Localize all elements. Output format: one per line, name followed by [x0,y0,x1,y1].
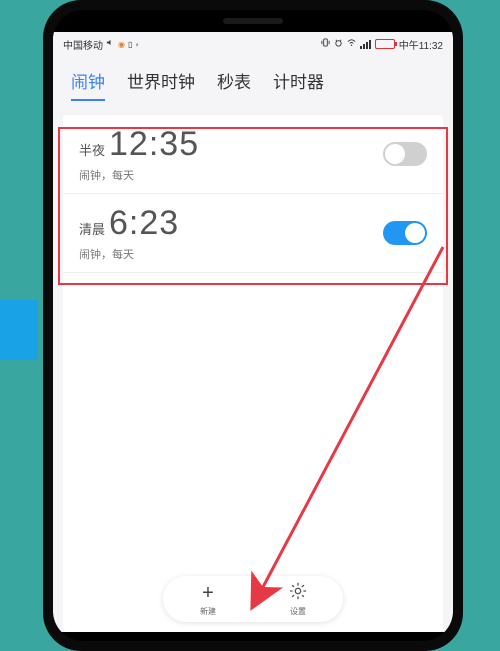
bottom-action-bar: + 新建 设置 [163,576,343,622]
vibrate-icon [321,38,330,50]
battery-icon [375,39,395,49]
signal-icon [360,40,371,49]
wifi-icon [347,38,356,50]
status-bar: 中国移动 ◉ ▯ ◐ [53,32,453,56]
alarm-sub: 闹钟，每天 [79,246,383,262]
new-label: 新建 [200,606,216,617]
speaker-grille [223,18,283,24]
alarm-period: 半夜 [79,140,105,159]
alarm-period: 清晨 [79,219,105,238]
phone-notch [53,10,453,32]
app-badge-icon-3: ◐ [135,40,140,49]
tab-timer[interactable]: 计时器 [273,68,324,101]
alarm-sub: 闹钟，每天 [79,167,383,183]
phone-frame: 中国移动 ◉ ▯ ◐ [43,0,463,651]
tab-world-clock[interactable]: 世界时钟 [127,68,195,101]
app-badge-icon-2: ▯ [128,40,132,49]
toggle-knob [405,223,425,243]
time-label: 中午11:32 [399,37,443,52]
gear-icon [289,582,307,605]
alarm-icon [334,38,343,50]
alarm-row[interactable]: 半夜 12:35 闹钟，每天 [63,115,443,194]
alarm-list: 半夜 12:35 闹钟，每天 清晨 6:23 [63,115,443,632]
tab-alarm[interactable]: 闹钟 [71,68,105,101]
settings-label: 设置 [290,606,306,617]
sound-wave-icon [106,38,115,50]
new-button[interactable]: + 新建 [163,576,253,622]
alarm-toggle[interactable] [383,142,427,166]
carrier-label: 中国移动 [63,37,103,52]
settings-button[interactable]: 设置 [253,576,343,622]
alarm-toggle[interactable] [383,221,427,245]
tab-bar: 闹钟 世界时钟 秒表 计时器 [53,56,453,109]
tab-stopwatch[interactable]: 秒表 [217,68,251,101]
alarm-time: 6:23 [109,204,179,243]
plus-icon: + [202,582,214,605]
app-badge-icon: ◉ [118,40,125,49]
decorative-blue-rect [0,300,38,360]
toggle-knob [385,144,405,164]
screen: 中国移动 ◉ ▯ ◐ [53,32,453,632]
alarm-row[interactable]: 清晨 6:23 闹钟，每天 [63,194,443,273]
alarm-time: 12:35 [109,125,199,164]
